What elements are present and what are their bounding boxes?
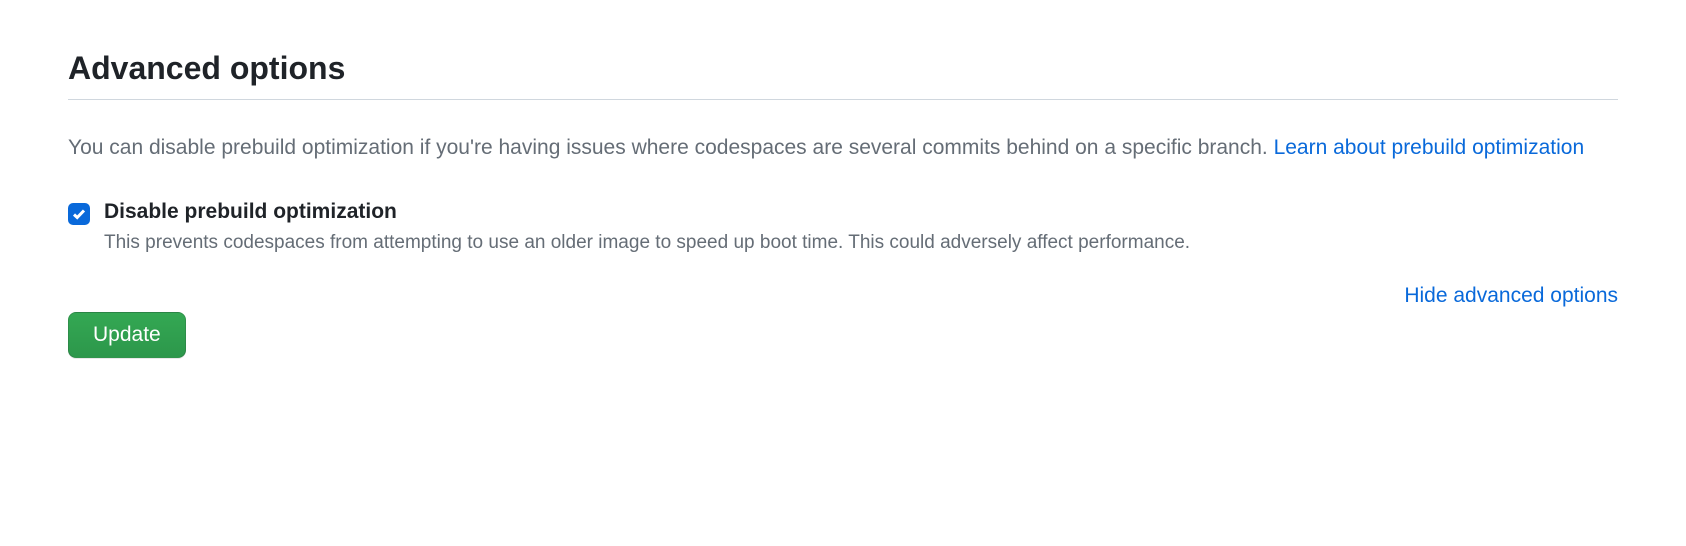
section-title: Advanced options [68, 50, 1618, 100]
check-icon [71, 206, 87, 222]
disable-prebuild-help: This prevents codespaces from attempting… [104, 230, 1618, 257]
disable-prebuild-row: Disable prebuild optimization This preve… [68, 200, 1618, 257]
section-description: You can disable prebuild optimization if… [68, 132, 1618, 164]
update-button[interactable]: Update [68, 312, 186, 358]
disable-prebuild-checkbox[interactable] [68, 203, 90, 225]
learn-prebuild-link[interactable]: Learn about prebuild optimization [1274, 136, 1585, 159]
disable-prebuild-label[interactable]: Disable prebuild optimization [104, 200, 1618, 224]
description-text: You can disable prebuild optimization if… [68, 136, 1274, 159]
hide-advanced-options-link[interactable]: Hide advanced options [1404, 284, 1618, 308]
